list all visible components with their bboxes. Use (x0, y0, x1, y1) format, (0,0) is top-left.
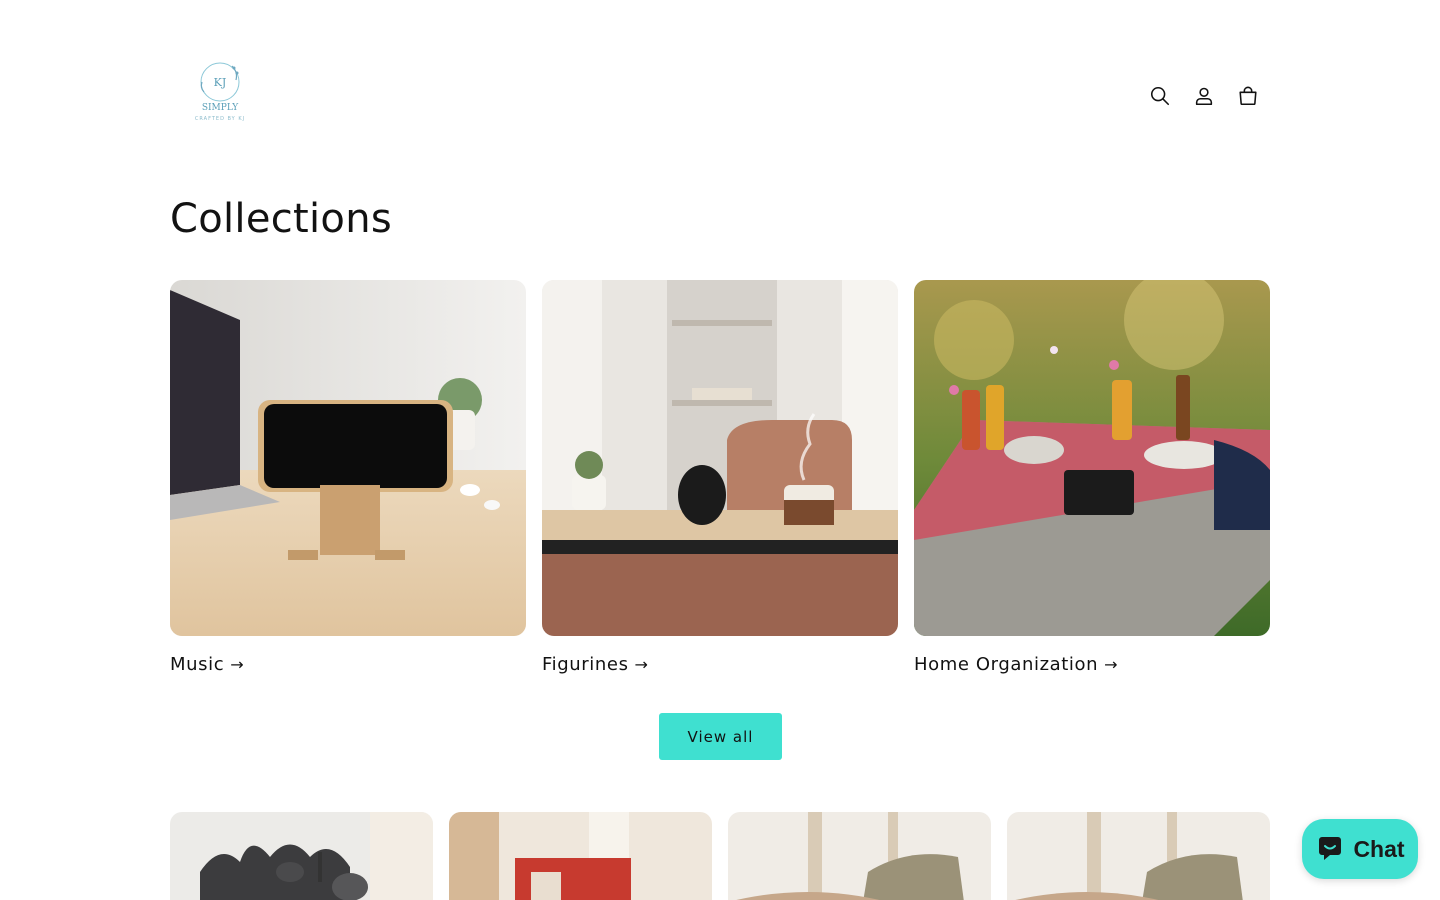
collection-image-home-organization (914, 280, 1270, 636)
cart-button[interactable] (1226, 74, 1270, 118)
collection-card-music[interactable]: Music → (170, 280, 526, 675)
product-grid (170, 812, 1270, 900)
cart-icon (1239, 86, 1257, 106)
collection-label: Music (170, 654, 225, 675)
logo-name: SIMPLY (202, 103, 239, 113)
collection-label: Home Organization (914, 654, 1099, 675)
collection-title-home-organization[interactable]: Home Organization → (914, 654, 1270, 675)
product-image (728, 812, 991, 900)
chat-bubble-icon (1319, 837, 1342, 860)
product-card[interactable] (1007, 812, 1270, 900)
product-card[interactable] (728, 812, 991, 900)
logo-emblem: KJ SIMPLY CRAFTED BY KJ (195, 62, 245, 122)
header-icons (1138, 74, 1270, 118)
collection-image-figurines (542, 280, 898, 636)
product-card[interactable] (170, 812, 433, 900)
arrow-right-icon: → (634, 655, 649, 674)
collection-label: Figurines (542, 654, 629, 675)
page-title: Collections (170, 196, 392, 242)
collections-grid: Music → Figurines → Home Organization → (170, 280, 1270, 675)
view-all-button[interactable]: View all (659, 713, 782, 760)
product-image (1007, 812, 1270, 900)
chat-button[interactable]: Chat (1302, 819, 1418, 879)
collection-title-music[interactable]: Music → (170, 654, 526, 675)
search-button[interactable] (1138, 74, 1182, 118)
logo-monogram: KJ (214, 76, 227, 89)
logo-tagline: CRAFTED BY KJ (195, 116, 245, 122)
product-image (170, 812, 433, 900)
site-header: KJ SIMPLY CRAFTED BY KJ (170, 48, 1270, 138)
collection-image-music (170, 280, 526, 636)
collection-title-figurines[interactable]: Figurines → (542, 654, 898, 675)
product-card[interactable] (449, 812, 712, 900)
account-icon (1195, 87, 1213, 106)
arrow-right-icon: → (1104, 655, 1119, 674)
arrow-right-icon: → (230, 655, 245, 674)
collection-card-home-organization[interactable]: Home Organization → (914, 280, 1270, 675)
collection-card-figurines[interactable]: Figurines → (542, 280, 898, 675)
store-logo[interactable]: KJ SIMPLY CRAFTED BY KJ (180, 54, 260, 134)
search-icon (1150, 86, 1170, 106)
account-button[interactable] (1182, 74, 1226, 118)
chat-label: Chat (1353, 835, 1405, 862)
product-image (449, 812, 712, 900)
